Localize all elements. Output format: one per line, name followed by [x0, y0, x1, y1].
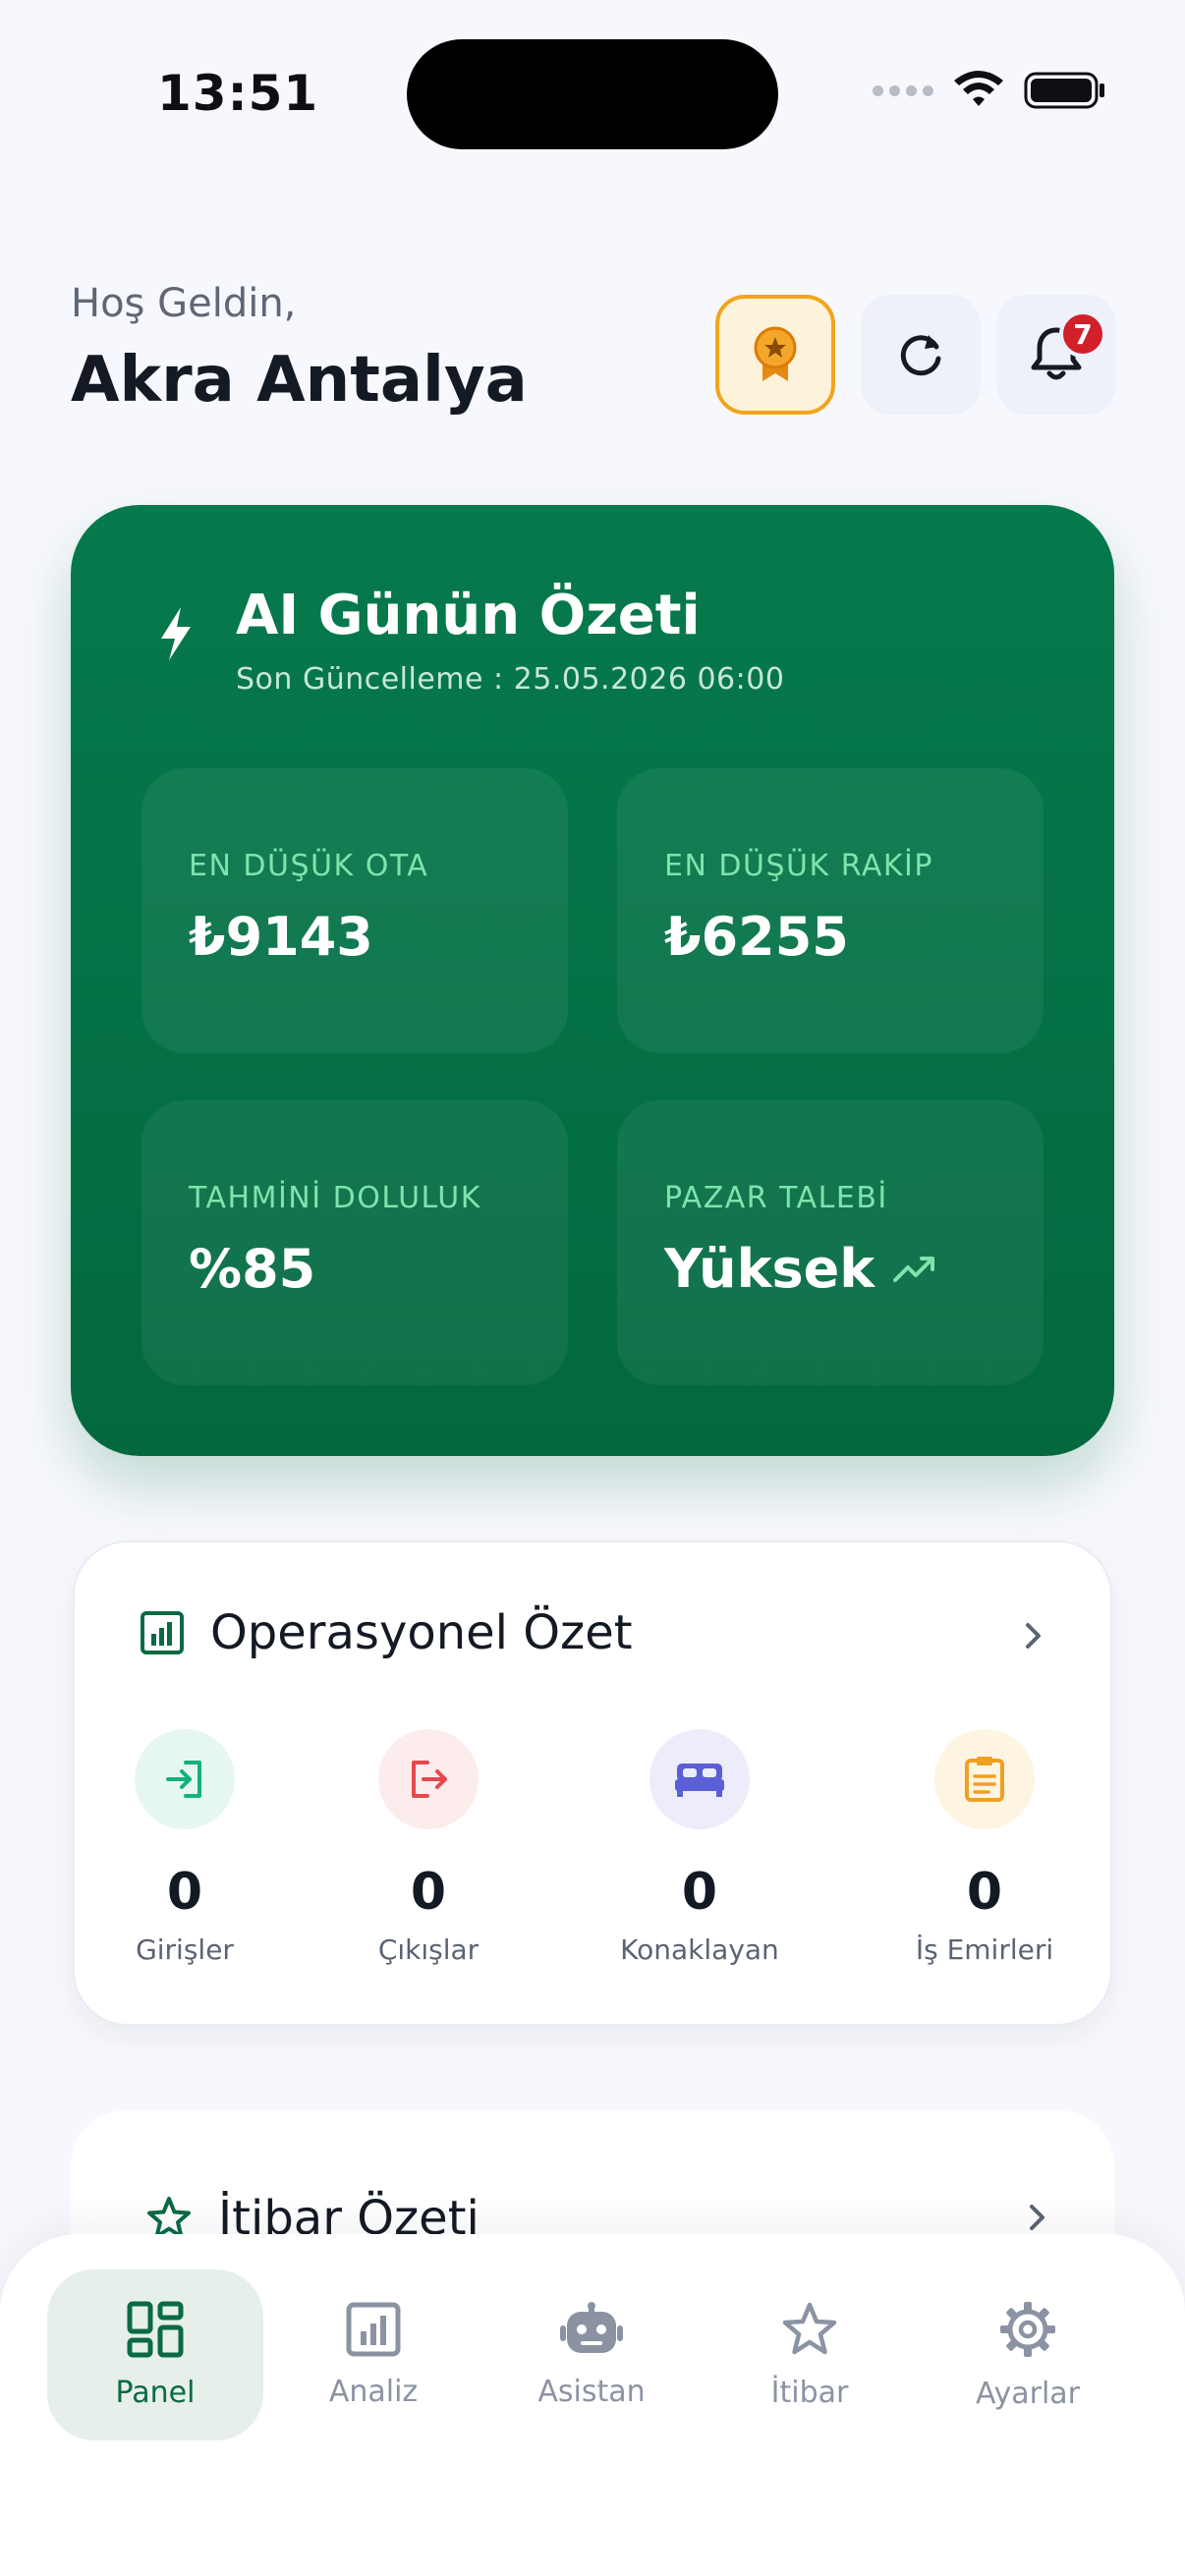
stat-value: %85: [189, 1238, 315, 1300]
staying-count: 0: [681, 1863, 718, 1922]
greeting-text: Hoş Geldin,: [71, 281, 297, 326]
nav-item-ayarlar[interactable]: Ayarlar: [920, 2269, 1136, 2440]
ops-item-work-orders[interactable]: 0 İş Emirleri: [886, 1729, 1083, 1966]
nav-label: İtibar: [770, 2375, 849, 2410]
bottom-navigation: Panel Analiz Asistan İtibar Ayarlar: [0, 2234, 1185, 2576]
work-orders-icon-circle: [934, 1729, 1035, 1829]
checkins-count: 0: [166, 1863, 203, 1922]
stat-value-text: Yüksek: [664, 1238, 875, 1300]
chevron-right-icon[interactable]: [1022, 1619, 1045, 1652]
stat-estimated-occupancy: TAHMİNİ DOLULUK %85: [141, 1100, 568, 1385]
staying-icon-circle: [649, 1729, 750, 1829]
stat-label: EN DÜŞÜK OTA: [189, 849, 429, 883]
nav-label: Panel: [115, 2375, 196, 2410]
notifications-button[interactable]: 7: [996, 295, 1116, 415]
lightning-icon: [161, 607, 191, 660]
checkouts-label: Çıkışlar: [377, 1933, 480, 1966]
nav-label: Analiz: [328, 2374, 419, 2409]
ops-item-staying[interactable]: 0 Konaklayan: [601, 1729, 798, 1966]
ops-item-checkouts[interactable]: 0 Çıkışlar: [330, 1729, 527, 1966]
stat-label: TAHMİNİ DOLULUK: [189, 1181, 481, 1215]
checkouts-count: 0: [410, 1863, 447, 1922]
stat-lowest-competitor: EN DÜŞÜK RAKİP ₺6255: [617, 768, 1044, 1053]
stat-value-text: %85: [189, 1238, 316, 1300]
nav-item-panel[interactable]: Panel: [47, 2269, 263, 2440]
ai-summary-card[interactable]: AI Günün Özeti Son Güncelleme : 25.05.20…: [71, 505, 1114, 1456]
chart-icon: [141, 1611, 184, 1654]
operational-summary-card[interactable]: Operasyonel Özet 0 Girişler 0 Çıkışlar 0…: [73, 1540, 1112, 2026]
login-icon: [166, 1761, 201, 1798]
trending-up-icon: [893, 1256, 935, 1282]
stat-lowest-ota: EN DÜŞÜK OTA ₺9143: [141, 768, 568, 1053]
ops-item-checkins[interactable]: 0 Girişler: [86, 1729, 283, 1966]
work-orders-count: 0: [966, 1863, 1003, 1922]
dashboard-icon: [127, 2301, 184, 2357]
nav-item-itibar[interactable]: İtibar: [702, 2269, 918, 2440]
stat-value-text: ₺9143: [189, 906, 373, 968]
ai-summary-title: AI Günün Özeti: [236, 584, 701, 647]
battery-icon: [1024, 72, 1104, 109]
stat-market-demand: PAZAR TALEBİ Yüksek: [617, 1100, 1044, 1385]
refresh-button[interactable]: [861, 295, 981, 415]
clipboard-icon: [965, 1757, 1004, 1802]
stat-value-text: ₺6255: [664, 906, 849, 968]
operational-summary-header: Operasyonel Özet: [140, 1605, 633, 1660]
chart-icon: [346, 2302, 401, 2356]
award-icon: [754, 326, 797, 381]
stat-value: ₺9143: [189, 906, 373, 968]
nav-item-asistan[interactable]: Asistan: [483, 2269, 700, 2440]
stat-label: EN DÜŞÜK RAKİP: [664, 849, 933, 883]
nav-label: Ayarlar: [975, 2376, 1080, 2411]
app-screen: 13:51 Hoş Geldin, Akra Antalya 7 AI Günü…: [0, 0, 1185, 2576]
refresh-icon: [900, 335, 941, 376]
stat-label: PAZAR TALEBİ: [664, 1181, 888, 1215]
nav-label: Asistan: [537, 2374, 646, 2409]
checkins-label: Girişler: [136, 1933, 234, 1966]
chevron-right-icon[interactable]: [1026, 2201, 1049, 2234]
status-time: 13:51: [157, 65, 319, 122]
logout-icon: [412, 1761, 447, 1798]
user-name: Akra Antalya: [71, 344, 528, 417]
checkin-icon-circle: [135, 1729, 235, 1829]
work-orders-label: İş Emirleri: [915, 1933, 1054, 1966]
dynamic-island: [407, 39, 778, 149]
award-button[interactable]: [715, 295, 835, 415]
stat-value: ₺6255: [664, 906, 849, 968]
staying-label: Konaklayan: [620, 1933, 779, 1966]
bed-icon: [675, 1764, 724, 1797]
cellular-signal-icon: [873, 84, 933, 96]
status-icons: [873, 71, 1106, 110]
gear-icon: [1000, 2301, 1055, 2357]
checkout-icon-circle: [378, 1729, 479, 1829]
notification-badge: 7: [1059, 310, 1106, 358]
stat-value: Yüksek: [664, 1238, 937, 1300]
star-icon: [782, 2302, 837, 2354]
operational-summary-title: Operasyonel Özet: [210, 1605, 633, 1660]
nav-item-analiz[interactable]: Analiz: [265, 2269, 481, 2440]
robot-icon: [560, 2301, 623, 2353]
wifi-icon: [954, 71, 1003, 106]
last-update-text: Son Güncelleme : 25.05.2026 06:00: [236, 662, 785, 697]
